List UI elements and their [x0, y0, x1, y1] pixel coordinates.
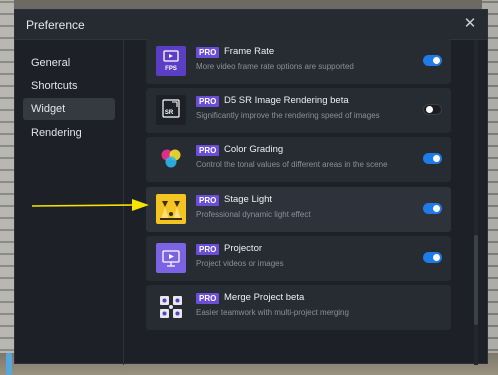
widget-title: Projector — [224, 243, 263, 254]
scrollbar-thumb[interactable] — [474, 235, 478, 325]
sr-image-rendering-toggle[interactable] — [423, 104, 442, 115]
widget-title: D5 SR Image Rendering beta — [224, 95, 349, 106]
stage-light-icon — [156, 194, 186, 224]
sr-icon-label: SR — [165, 110, 174, 116]
sidebar-item-shortcuts[interactable]: Shortcuts — [23, 75, 115, 97]
widget-list-scrollbar[interactable] — [474, 40, 478, 365]
pro-badge: PRO — [196, 195, 220, 206]
color-circles-icon — [156, 144, 186, 174]
widget-description: Control the tonal values of different ar… — [196, 160, 388, 169]
widget-description: Significantly improve the rendering spee… — [196, 111, 380, 120]
widget-title: Stage Light — [224, 194, 273, 205]
projector-icon — [156, 243, 186, 273]
sidebar-item-rendering[interactable]: Rendering — [23, 122, 115, 144]
pro-badge: PRO — [196, 47, 220, 58]
widget-description: Easier teamwork with multi-project mergi… — [196, 308, 349, 317]
widget-description: Project videos or images — [196, 259, 284, 268]
widget-description: More video frame rate options are suppor… — [196, 62, 354, 71]
fps-icon: FPS — [156, 46, 186, 76]
widget-title: Frame Rate — [224, 46, 275, 57]
dialog-titlebar: Preference ✕ — [15, 10, 487, 40]
sidebar-item-widget[interactable]: Widget — [23, 98, 115, 120]
widget-title: Merge Project beta — [224, 292, 305, 303]
widget-card-stage-light: PRO Stage Light Professional dynamic lig… — [146, 187, 451, 232]
color-grading-toggle[interactable] — [423, 153, 442, 164]
pro-badge: PRO — [196, 145, 220, 156]
widget-list: FPS PRO Frame Rate More video frame rate… — [124, 39, 489, 365]
blue-post — [6, 353, 12, 375]
projector-toggle[interactable] — [423, 252, 442, 263]
fps-icon-label: FPS — [165, 66, 177, 72]
brick-wall-left — [0, 0, 14, 375]
annotation-arrow — [32, 199, 149, 211]
sr-image-icon: SR — [156, 95, 186, 125]
widget-title: Color Grading — [224, 144, 284, 155]
stage-light-toggle[interactable] — [423, 203, 442, 214]
widget-card-color-grading: PRO Color Grading Control the tonal valu… — [146, 137, 451, 182]
pro-badge: PRO — [196, 244, 220, 255]
pro-badge: PRO — [196, 293, 220, 304]
dialog-title: Preference — [26, 18, 85, 32]
widget-card-projector: PRO Projector Project videos or images — [146, 236, 451, 281]
frame-rate-toggle[interactable] — [423, 55, 442, 66]
pro-badge: PRO — [196, 96, 220, 107]
widget-card-merge-project: PRO Merge Project beta Easier teamwork w… — [146, 285, 451, 330]
preference-dialog: Preference ✕ General Shortcuts Widget Re… — [14, 9, 489, 365]
close-icon[interactable]: ✕ — [463, 16, 477, 32]
widget-description: Professional dynamic light effect — [196, 210, 311, 219]
sidebar-item-general[interactable]: General — [23, 52, 115, 74]
widget-card-sr-image-rendering: SR PRO D5 SR Image Rendering beta Signif… — [146, 88, 451, 133]
merge-project-icon — [156, 292, 186, 322]
widget-card-frame-rate: FPS PRO Frame Rate More video frame rate… — [146, 39, 451, 84]
